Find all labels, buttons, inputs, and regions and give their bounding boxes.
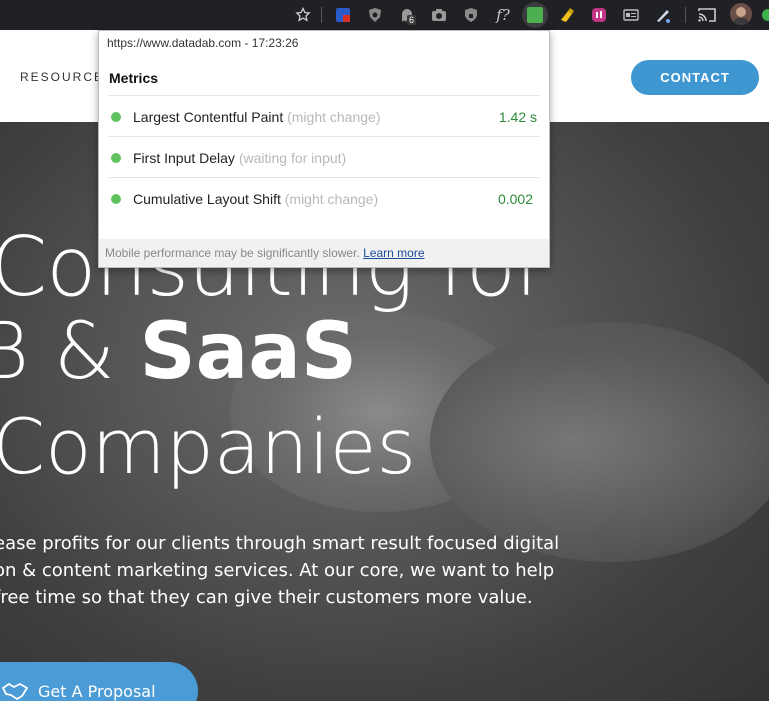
- profile-avatar[interactable]: [730, 3, 752, 25]
- metric-value: 1.42 s: [498, 109, 537, 125]
- metric-note: (waiting for input): [238, 150, 347, 166]
- status-dot-icon: [111, 112, 121, 122]
- shield-icon[interactable]: [365, 5, 385, 25]
- divider: [109, 136, 539, 137]
- metric-row-fid: First Input Delay (waiting for input): [109, 138, 539, 178]
- toolbar-divider: [321, 7, 322, 23]
- footer-note: Mobile performance may be significantly …: [105, 246, 360, 260]
- handshake-icon: [2, 680, 28, 701]
- popup-heading: Metrics: [109, 70, 159, 86]
- learn-more-link[interactable]: Learn more: [363, 246, 424, 260]
- hero-description-line: on & content marketing services. At our …: [0, 560, 555, 581]
- contact-button[interactable]: CONTACT: [631, 60, 759, 95]
- web-vitals-icon[interactable]: [522, 2, 548, 28]
- status-dot-icon: [111, 153, 121, 163]
- browser-toolbar: 6 f?: [0, 0, 769, 30]
- privacy-shield-icon[interactable]: [461, 5, 481, 25]
- instagram-icon[interactable]: [589, 5, 609, 25]
- metric-row-lcp: Largest Contentful Paint (might change) …: [109, 97, 539, 137]
- metric-name: Cumulative Layout Shift: [133, 191, 281, 207]
- font-inspector-icon[interactable]: f?: [493, 5, 513, 25]
- extension-overflow-icon[interactable]: [760, 5, 769, 25]
- hero-arm-image: [430, 322, 769, 562]
- reader-icon[interactable]: [621, 5, 641, 25]
- extension-badge: 6: [407, 15, 417, 25]
- popup-footer: Mobile performance may be significantly …: [99, 239, 549, 267]
- metric-note: (might change): [287, 109, 381, 125]
- divider: [109, 95, 539, 96]
- metric-row-cls: Cumulative Layout Shift (might change) 0…: [109, 179, 539, 219]
- hero-title-line-3: Companies: [0, 402, 417, 491]
- metric-value: 0.002: [497, 191, 533, 207]
- highlighter-icon[interactable]: [557, 5, 577, 25]
- toolbar-divider: [685, 7, 686, 23]
- hero-title-line-2: B & SaaS: [0, 307, 357, 397]
- ghostery-icon[interactable]: 6: [397, 5, 417, 25]
- hero-title-line-2-text: B &: [0, 307, 115, 397]
- divider: [109, 177, 539, 178]
- pen-icon[interactable]: [653, 5, 673, 25]
- hero-description: ease profits for our clients through sma…: [0, 530, 560, 611]
- popup-url-timestamp: https://www.datadab.com - 17:23:26: [107, 36, 299, 50]
- camera-icon[interactable]: [429, 5, 449, 25]
- ublock-icon[interactable]: [333, 5, 353, 25]
- hero-description-line: ease profits for our clients through sma…: [0, 533, 560, 554]
- status-dot-icon: [111, 194, 121, 204]
- metric-note: (might change): [284, 191, 379, 207]
- hero-title-saas: SaaS: [139, 307, 358, 397]
- star-icon[interactable]: [293, 5, 313, 25]
- hero-description-line: free time so that they can give their cu…: [0, 587, 533, 608]
- metric-name: First Input Delay: [133, 150, 235, 166]
- web-vitals-popup: https://www.datadab.com - 17:23:26 Metri…: [98, 30, 550, 268]
- cast-icon[interactable]: [697, 5, 717, 25]
- metric-name: Largest Contentful Paint: [133, 109, 284, 125]
- get-proposal-label[interactable]: Get A Proposal: [38, 682, 156, 701]
